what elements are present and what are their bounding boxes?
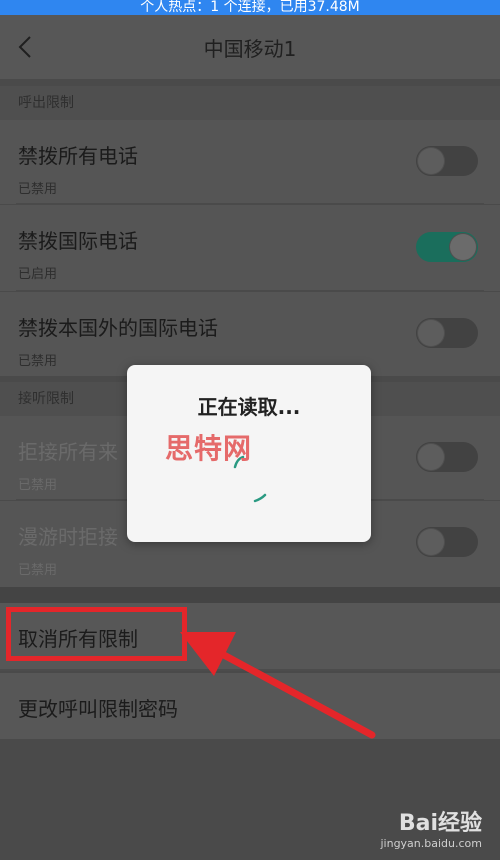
baidu-jingyan-logo: Bai经验 jingyan.baidu.com (380, 805, 482, 850)
dialog-title: 正在读取... (197, 395, 301, 419)
logo-text: Bai经验 (398, 811, 482, 836)
logo-url: jingyan.baidu.com (380, 837, 482, 850)
watermark: 思特网 (165, 432, 253, 465)
